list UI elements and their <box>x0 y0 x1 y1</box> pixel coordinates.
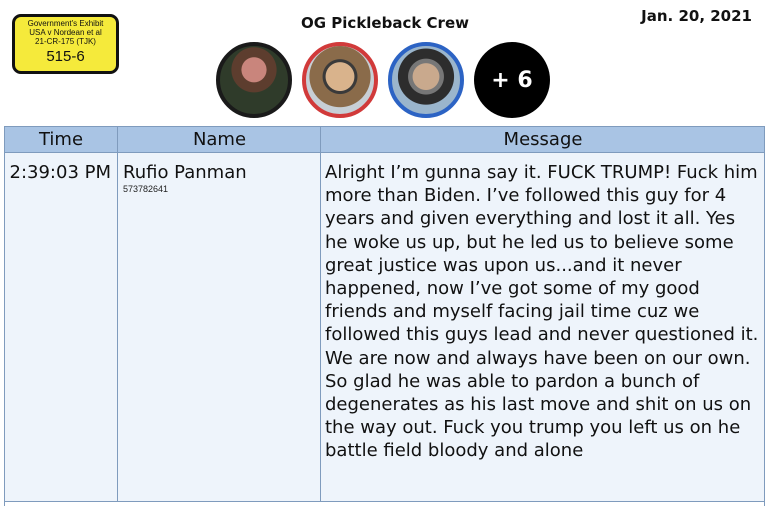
column-divider <box>117 153 118 501</box>
column-header-name: Name <box>117 127 321 152</box>
column-header-time: Time <box>38 129 84 150</box>
column-header-message: Message <box>320 127 765 152</box>
chat-date: Jan. 20, 2021 <box>641 7 752 25</box>
participant-avatar-3 <box>388 42 464 118</box>
column-divider <box>320 153 321 501</box>
exhibit-title: Government's Exhibit <box>27 19 104 28</box>
exhibit-case-number: 21-CR-175 (TJK) <box>35 37 96 46</box>
sender-name: Rufio Panman <box>123 162 247 183</box>
more-participants-badge: + 6 <box>474 42 550 118</box>
message-time: 2:39:03 PM <box>9 162 112 183</box>
exhibit-sticker: Government's Exhibit USA v Nordean et al… <box>12 14 119 74</box>
table-row: 2:39:03 PM Rufio Panman 573782641 Alrigh… <box>5 153 764 501</box>
message-text: Alright I’m gunna say it. FUCK TRUMP! Fu… <box>325 162 759 462</box>
participant-avatar-1 <box>216 42 292 118</box>
table-header: Time Name Message <box>5 127 764 153</box>
group-title: OG Pickleback Crew <box>301 14 469 32</box>
message-table: Time Name Message 2:39:03 PM Rufio Panma… <box>4 126 765 506</box>
next-row-edge <box>5 501 764 506</box>
sender-id: 573782641 <box>123 184 169 194</box>
exhibit-number: 515-6 <box>46 48 85 65</box>
participant-avatar-2 <box>302 42 378 118</box>
exhibit-case-name: USA v Nordean et al <box>29 28 102 37</box>
